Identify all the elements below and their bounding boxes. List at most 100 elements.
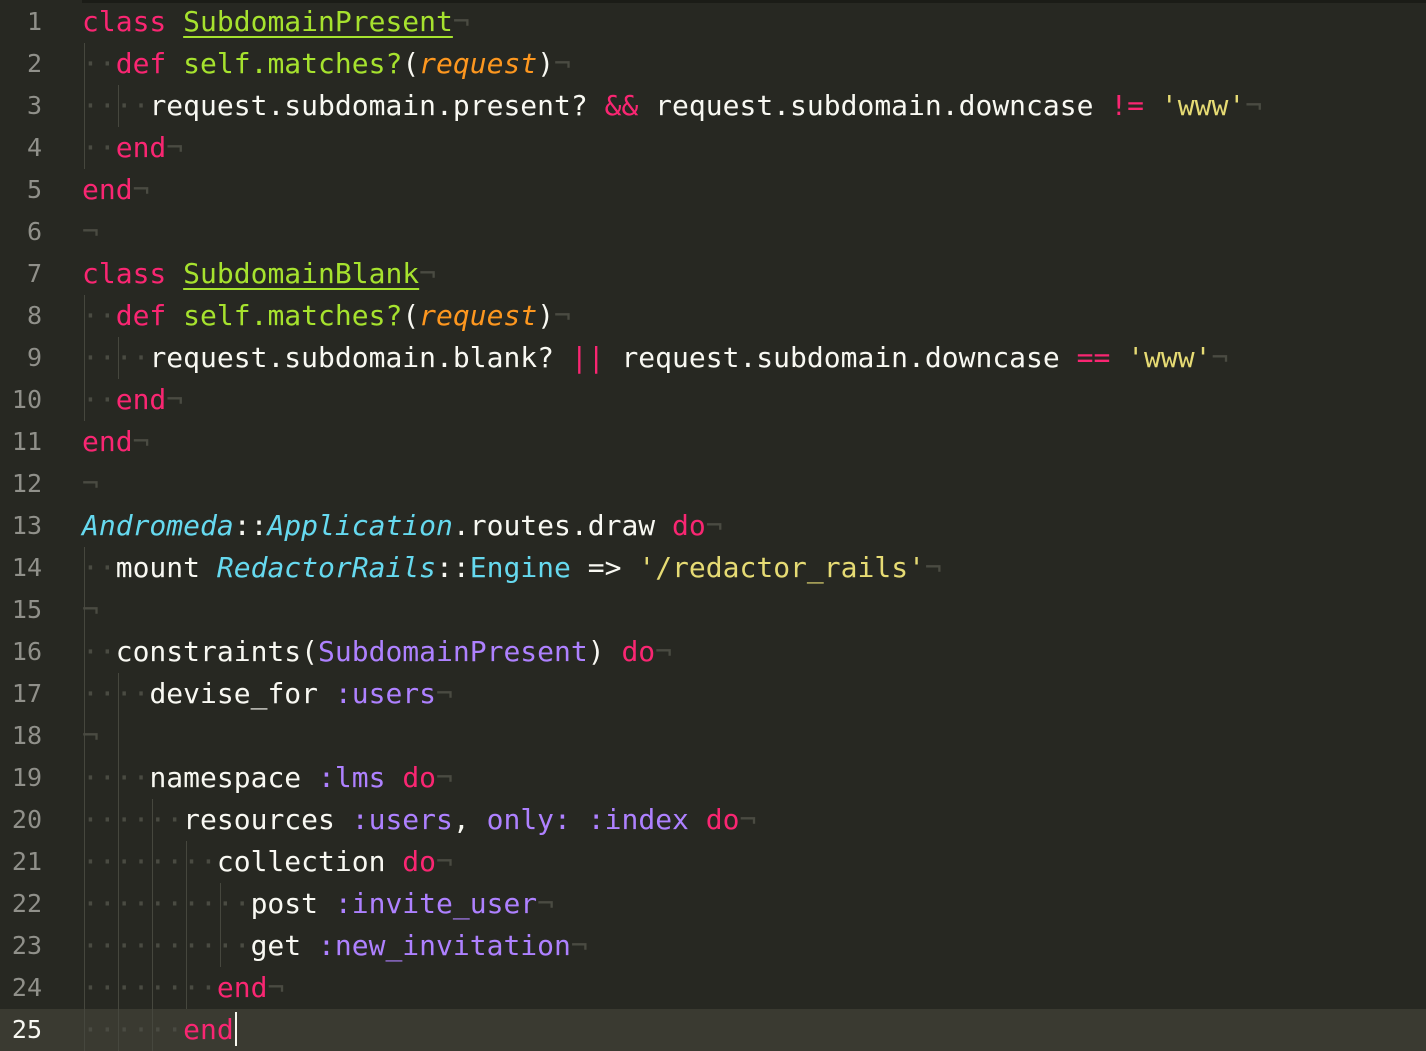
constant-ref: SubdomainPresent — [318, 635, 588, 668]
code-text[interactable]: ··constraints(SubdomainPresent) do¬ — [82, 631, 672, 673]
code-line-21[interactable]: 21 ········collection do¬ — [0, 841, 1426, 883]
string-literal: 'www' — [1127, 341, 1212, 374]
code-text[interactable]: ··········get :new_invitation¬ — [82, 925, 588, 967]
pilcrow-icon: ¬ — [436, 845, 453, 878]
parameter: request — [419, 299, 538, 332]
code-text[interactable]: end¬ — [82, 169, 149, 211]
line-number: 11 — [11, 427, 42, 456]
code-text[interactable]: ····request.subdomain.blank? || request.… — [82, 337, 1228, 379]
pilcrow-icon: ¬ — [705, 509, 723, 542]
pilcrow-icon: ¬ — [267, 971, 285, 1004]
code-text[interactable]: ······resources :users, only: :index do¬ — [82, 799, 756, 841]
code-line-3[interactable]: 3 ····request.subdomain.present? && requ… — [0, 85, 1426, 127]
line-number: 20 — [11, 805, 42, 834]
code-line-17[interactable]: 17 ····devise_for :users¬ — [0, 673, 1426, 715]
keyword: class — [82, 5, 167, 38]
code-line-19[interactable]: 19 ····namespace :lms do¬ — [0, 757, 1426, 799]
pilcrow-icon: ¬ — [436, 761, 453, 794]
keyword: end — [216, 971, 268, 1004]
code-line-6[interactable]: 6 ¬ — [0, 211, 1426, 253]
code-text[interactable]: class SubdomainPresent¬ — [82, 1, 470, 43]
code-line-15[interactable]: 15 ¬ — [0, 589, 1426, 631]
code-text[interactable]: ····devise_for :users¬ — [82, 673, 453, 715]
code-line-10[interactable]: 10 ··end¬ — [0, 379, 1426, 421]
pilcrow-icon: ¬ — [739, 803, 757, 836]
code-text[interactable]: ¬ — [82, 211, 99, 253]
symbol: :index — [570, 803, 689, 836]
code-line-24[interactable]: 24 ········end¬ — [0, 967, 1426, 1009]
expression: request.subdomain.blank? — [149, 341, 571, 374]
code-line-4[interactable]: 4 ··end¬ — [0, 127, 1426, 169]
code-line-14[interactable]: 14 ··mount RedactorRails::Engine => '/re… — [0, 547, 1426, 589]
indent-guide — [118, 715, 119, 757]
line-number: 12 — [11, 469, 42, 498]
keyword: do — [402, 845, 437, 878]
code-editor[interactable]: 1 class SubdomainPresent¬ 2 ··def self.m… — [0, 0, 1426, 1051]
operator: == — [1076, 341, 1111, 374]
code-line-8[interactable]: 8 ··def self.matches?(request)¬ — [0, 295, 1426, 337]
line-number: 25 — [11, 1015, 42, 1044]
code-line-13[interactable]: 13 Andromeda::Application.routes.draw do… — [0, 505, 1426, 547]
code-line-16[interactable]: 16 ··constraints(SubdomainPresent) do¬ — [0, 631, 1426, 673]
pilcrow-icon: ¬ — [1245, 89, 1263, 122]
pilcrow-icon: ¬ — [82, 467, 99, 500]
line-number: 18 — [11, 721, 42, 750]
code-line-12[interactable]: 12 ¬ — [0, 463, 1426, 505]
expression: request.subdomain.downcase — [638, 89, 1111, 122]
code-text[interactable]: ··mount RedactorRails::Engine => '/redac… — [82, 547, 942, 589]
method-chain: .routes.draw — [452, 509, 673, 542]
class-name: SubdomainPresent — [183, 5, 453, 38]
keyword: end — [82, 173, 133, 206]
code-text[interactable]: Andromeda::Application.routes.draw do¬ — [82, 505, 723, 547]
code-text[interactable]: ··········post :invite_user¬ — [82, 883, 554, 925]
hash-arrow: => — [570, 551, 639, 584]
code-line-11[interactable]: 11 end¬ — [0, 421, 1426, 463]
code-line-23[interactable]: 23 ··········get :new_invitation¬ — [0, 925, 1426, 967]
operator: && — [604, 89, 639, 122]
code-text[interactable]: ········end¬ — [82, 967, 284, 1009]
line-number: 22 — [11, 889, 42, 918]
pilcrow-icon: ¬ — [554, 299, 571, 332]
code-line-5[interactable]: 5 end¬ — [0, 169, 1426, 211]
code-line-25[interactable]: 25 ······end — [0, 1009, 1426, 1051]
code-line-9[interactable]: 9 ····request.subdomain.blank? || reques… — [0, 337, 1426, 379]
code-line-2[interactable]: 2 ··def self.matches?(request)¬ — [0, 43, 1426, 85]
scope-operator: :: — [233, 509, 268, 542]
string-literal: 'www' — [1160, 89, 1246, 122]
paren: ( — [402, 299, 420, 332]
code-text[interactable]: ¬ — [82, 463, 99, 505]
code-text[interactable]: ······end — [82, 1009, 237, 1051]
code-line-20[interactable]: 20 ······resources :users, only: :index … — [0, 799, 1426, 841]
operator: != — [1110, 89, 1145, 122]
option-key: only: — [486, 803, 571, 836]
pilcrow-icon: ¬ — [924, 551, 942, 584]
code-text[interactable]: class SubdomainBlank¬ — [82, 253, 436, 295]
method-call: constraints( — [115, 635, 319, 668]
pilcrow-icon: ¬ — [655, 635, 673, 668]
code-text[interactable]: ¬ — [82, 589, 99, 631]
method-name: self.matches? — [183, 47, 403, 80]
keyword: end — [183, 1013, 234, 1046]
code-line-1[interactable]: 1 class SubdomainPresent¬ — [0, 1, 1426, 43]
code-text[interactable]: ····namespace :lms do¬ — [82, 757, 453, 799]
keyword: end — [82, 425, 133, 458]
code-text[interactable]: ··def self.matches?(request)¬ — [82, 295, 571, 337]
code-text[interactable]: ········collection do¬ — [82, 841, 453, 883]
code-line-22[interactable]: 22 ··········post :invite_user¬ — [0, 883, 1426, 925]
code-text[interactable]: ··end¬ — [82, 379, 183, 421]
line-number: 10 — [11, 385, 42, 414]
line-number: 2 — [26, 49, 42, 78]
code-line-7[interactable]: 7 class SubdomainBlank¬ — [0, 253, 1426, 295]
code-text[interactable]: ····request.subdomain.present? && reques… — [82, 85, 1262, 127]
line-number: 4 — [26, 133, 42, 162]
code-text[interactable]: end¬ — [82, 421, 149, 463]
code-line-18[interactable]: 18 ¬ — [0, 715, 1426, 757]
line-number: 7 — [26, 259, 42, 288]
module-name: RedactorRails — [216, 551, 437, 584]
code-text[interactable]: ··def self.matches?(request)¬ — [82, 43, 571, 85]
class-ref: Engine — [469, 551, 571, 584]
code-text[interactable]: ¬ — [82, 715, 99, 757]
keyword: end — [115, 131, 167, 164]
paren: ) — [537, 47, 555, 80]
code-text[interactable]: ··end¬ — [82, 127, 183, 169]
